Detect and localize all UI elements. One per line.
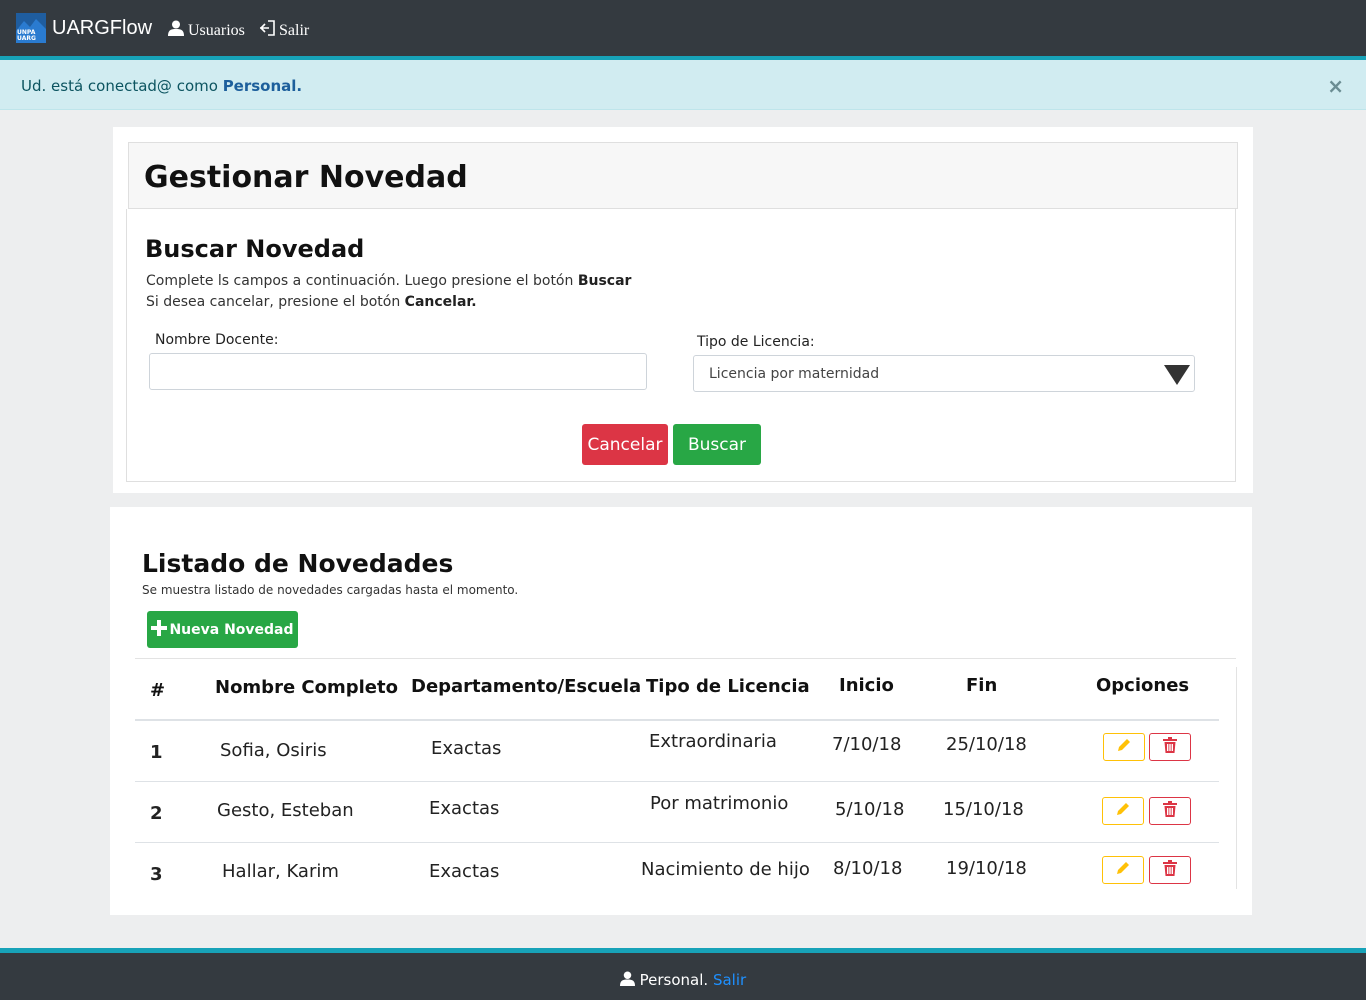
instruction-1-bold: Buscar xyxy=(577,273,632,289)
row-fin: 19/10/18 xyxy=(946,858,1027,879)
logo-text: UNPA UARG xyxy=(17,29,36,42)
nav-usuarios-link[interactable]: Usuarios xyxy=(168,20,245,41)
list-subtitle: Se muestra listado de novedades cargadas… xyxy=(142,583,519,597)
row-nombre: Hallar, Karim xyxy=(222,861,339,882)
header-num: # xyxy=(150,680,166,701)
footer-user-label: Personal. xyxy=(639,971,709,989)
footer: Personal. Salir xyxy=(0,953,1366,1000)
unpa-logo: UNPA UARG xyxy=(16,13,46,43)
row-num: 3 xyxy=(150,864,163,885)
row-depto: Exactas xyxy=(429,798,500,819)
row-tipo: Nacimiento de hijo xyxy=(641,859,810,880)
connected-alert: Ud. está conectad@ como Personal. × xyxy=(0,60,1366,110)
page-title: Gestionar Novedad xyxy=(144,160,468,195)
search-card: Gestionar Novedad Buscar Novedad Complet… xyxy=(113,127,1253,493)
cancel-button[interactable]: Cancelar xyxy=(582,424,668,465)
header-nombre: Nombre Completo xyxy=(215,677,398,698)
pencil-icon xyxy=(1115,860,1131,880)
header-opciones: Opciones xyxy=(1096,675,1190,696)
header-inicio: Inicio xyxy=(839,675,894,696)
header-fin: Fin xyxy=(966,675,998,696)
alert-message: Ud. está conectad@ como Personal. xyxy=(21,77,302,95)
row-fin: 25/10/18 xyxy=(946,734,1027,755)
row-inicio: 8/10/18 xyxy=(833,858,903,879)
close-icon[interactable]: × xyxy=(1327,76,1344,96)
trash-icon xyxy=(1163,737,1177,757)
row-depto: Exactas xyxy=(431,738,502,759)
row-inicio: 5/10/18 xyxy=(835,799,905,820)
licencia-label: Tipo de Licencia: xyxy=(697,334,815,350)
delete-button[interactable] xyxy=(1149,856,1191,884)
header-depto: Departamento/Escuela xyxy=(411,676,642,697)
footer-logout-link[interactable]: Salir xyxy=(713,971,746,989)
new-novedad-label: Nueva Novedad xyxy=(169,621,294,638)
row-tipo: Por matrimonio xyxy=(650,793,789,814)
new-novedad-button[interactable]: Nueva Novedad xyxy=(147,611,298,648)
edit-button[interactable] xyxy=(1102,856,1144,884)
instruction-2-text: Si desea cancelar, presione el botón xyxy=(146,294,405,310)
nav-salir-link[interactable]: Salir xyxy=(259,20,309,41)
row-nombre: Sofia, Osiris xyxy=(220,740,327,761)
row-nombre: Gesto, Esteban xyxy=(217,800,354,821)
licencia-selected-value: Licencia por maternidad xyxy=(709,366,880,382)
instruction-1-text: Complete ls campos a continuación. Luego… xyxy=(146,273,578,289)
footer-user-info: Personal. Salir xyxy=(0,971,1366,989)
trash-icon xyxy=(1163,860,1177,880)
pencil-icon xyxy=(1115,801,1131,821)
docente-input[interactable] xyxy=(149,353,647,390)
search-form: Buscar Novedad Complete ls campos a cont… xyxy=(126,209,1236,482)
row-inicio: 7/10/18 xyxy=(832,734,902,755)
instruction-line-2: Si desea cancelar, presione el botón Can… xyxy=(146,294,477,310)
dropdown-arrow-icon xyxy=(1164,365,1190,385)
plus-icon xyxy=(151,619,168,640)
list-title-bold: Novedades xyxy=(297,549,454,578)
section-title: Buscar Novedad xyxy=(145,235,365,263)
row-depto: Exactas xyxy=(429,861,500,882)
nav-usuarios-label: Usuarios xyxy=(188,21,245,39)
brand-name[interactable]: UARGFlow xyxy=(52,17,152,40)
sign-out-icon xyxy=(259,20,279,41)
row-divider xyxy=(135,842,1219,843)
brand[interactable]: UNPA UARG UARGFlow xyxy=(16,13,152,43)
search-button[interactable]: Buscar xyxy=(673,424,761,465)
row-num: 1 xyxy=(150,742,163,763)
card-header: Gestionar Novedad xyxy=(128,142,1238,209)
row-num: 2 xyxy=(150,803,163,824)
pencil-icon xyxy=(1116,737,1132,757)
trash-icon xyxy=(1163,801,1177,821)
edit-button[interactable] xyxy=(1102,797,1144,825)
top-navbar: UNPA UARG UARGFlow Usuarios Salir xyxy=(0,0,1366,56)
docente-label: Nombre Docente: xyxy=(155,332,279,348)
licencia-select[interactable]: Licencia por maternidad xyxy=(693,355,1195,392)
nav-salir-label: Salir xyxy=(279,21,310,39)
user-icon xyxy=(168,20,188,41)
user-icon xyxy=(619,971,635,989)
delete-button[interactable] xyxy=(1149,733,1191,761)
header-divider xyxy=(135,719,1219,721)
alert-prefix: Ud. está conectad@ como xyxy=(21,77,223,95)
list-title-light: Listado de xyxy=(142,549,298,578)
alert-role: Personal. xyxy=(222,77,303,95)
instruction-2-bold: Cancelar. xyxy=(404,294,477,310)
list-title: Listado de Novedades xyxy=(142,549,453,578)
instruction-line-1: Complete ls campos a continuación. Luego… xyxy=(146,273,631,289)
table-top-border xyxy=(135,658,1236,659)
list-card: Listado de Novedades Se muestra listado … xyxy=(110,507,1252,915)
delete-button[interactable] xyxy=(1149,797,1191,825)
row-fin: 15/10/18 xyxy=(943,799,1024,820)
header-tipo: Tipo de Licencia xyxy=(646,676,810,697)
row-divider xyxy=(135,781,1219,782)
table-right-border xyxy=(1236,667,1237,889)
edit-button[interactable] xyxy=(1103,733,1145,761)
row-tipo: Extraordinaria xyxy=(649,731,777,752)
